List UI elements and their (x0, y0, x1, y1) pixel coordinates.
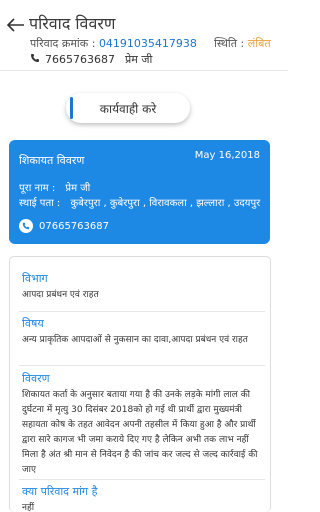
status-badge: लंबित (247, 37, 271, 50)
department-section: विभाग आपदा प्रबंधन एवं राहत (22, 271, 99, 303)
subject-section: विषय अन्य प्राकृतिक आपदाओं से नुकसान का … (22, 316, 260, 348)
section-divider (19, 311, 265, 312)
section-divider (19, 479, 265, 480)
section-divider (19, 365, 265, 366)
request-section: क्या परिवाद मांग है नहीं (22, 484, 97, 512)
department-label: विभाग (22, 272, 48, 285)
phone-icon (30, 53, 45, 66)
back-arrow-icon[interactable] (5, 14, 27, 36)
card-phone-row[interactable]: 07665763687 (19, 219, 109, 233)
card-phone-number[interactable]: 07665763687 (39, 221, 109, 232)
header-divider (0, 70, 288, 71)
complaint-number-value: 04191035417938 (98, 37, 197, 50)
department-value: आपदा प्रबंधन एवं राहत (22, 290, 99, 300)
complainant-name: प्रेम जी (125, 53, 153, 66)
take-action-button[interactable]: कार्यवाही करे (66, 93, 190, 123)
description-section: विवरण शिकायत कर्ता के अनुसार बताया गया ह… (22, 371, 262, 478)
complaint-summary-card: शिकायत विवरण May 16,2018 पूरा नाम : प्रे… (9, 140, 270, 244)
full-name-label: पूरा नाम : (19, 183, 56, 194)
complaint-number: परिवाद क्रमांक : 04191035417938 (30, 36, 197, 51)
app-header: परिवाद विवरण परिवाद क्रमांक : 0419103541… (0, 0, 288, 70)
card-date: May 16,2018 (194, 150, 260, 161)
contact-row: 7665763687 प्रेम जी (30, 52, 152, 67)
full-name-value: प्रेम जी (65, 183, 91, 194)
description-label: विवरण (22, 372, 50, 385)
description-value: शिकायत कर्ता के अनुसार बताया गया है की उ… (22, 390, 258, 475)
request-value: नहीं (22, 503, 35, 512)
subject-label: विषय (22, 317, 44, 330)
address-label: स्थाई पता : (19, 198, 61, 209)
status: स्थिति : लंबित (214, 36, 271, 51)
phone-number[interactable]: 7665763687 (45, 53, 115, 66)
address-row: स्थाई पता : कुबेरपुरा , कुबेरपुरा , विरा… (19, 195, 260, 209)
full-name-row: पूरा नाम : प्रेम जी (19, 180, 90, 194)
complaint-details-panel: विभाग आपदा प्रबंधन एवं राहत विषय अन्य प्… (9, 256, 271, 512)
page-title: परिवाद विवरण (29, 14, 116, 33)
take-action-label: कार्यवाही करे (99, 101, 157, 116)
request-label: क्या परिवाद मांग है (22, 485, 98, 498)
phone-icon (19, 219, 33, 233)
button-accent-bar (70, 97, 73, 119)
subject-value: अन्य प्राकृतिक आपदाओं से नुकसान का दावा,… (22, 335, 248, 345)
card-heading: शिकायत विवरण (19, 154, 85, 167)
complaint-number-label: परिवाद क्रमांक : (30, 37, 96, 50)
status-label: स्थिति : (214, 37, 245, 50)
address-value: कुबेरपुरा , कुबेरपुरा , विरावकला , झल्ला… (70, 198, 261, 209)
